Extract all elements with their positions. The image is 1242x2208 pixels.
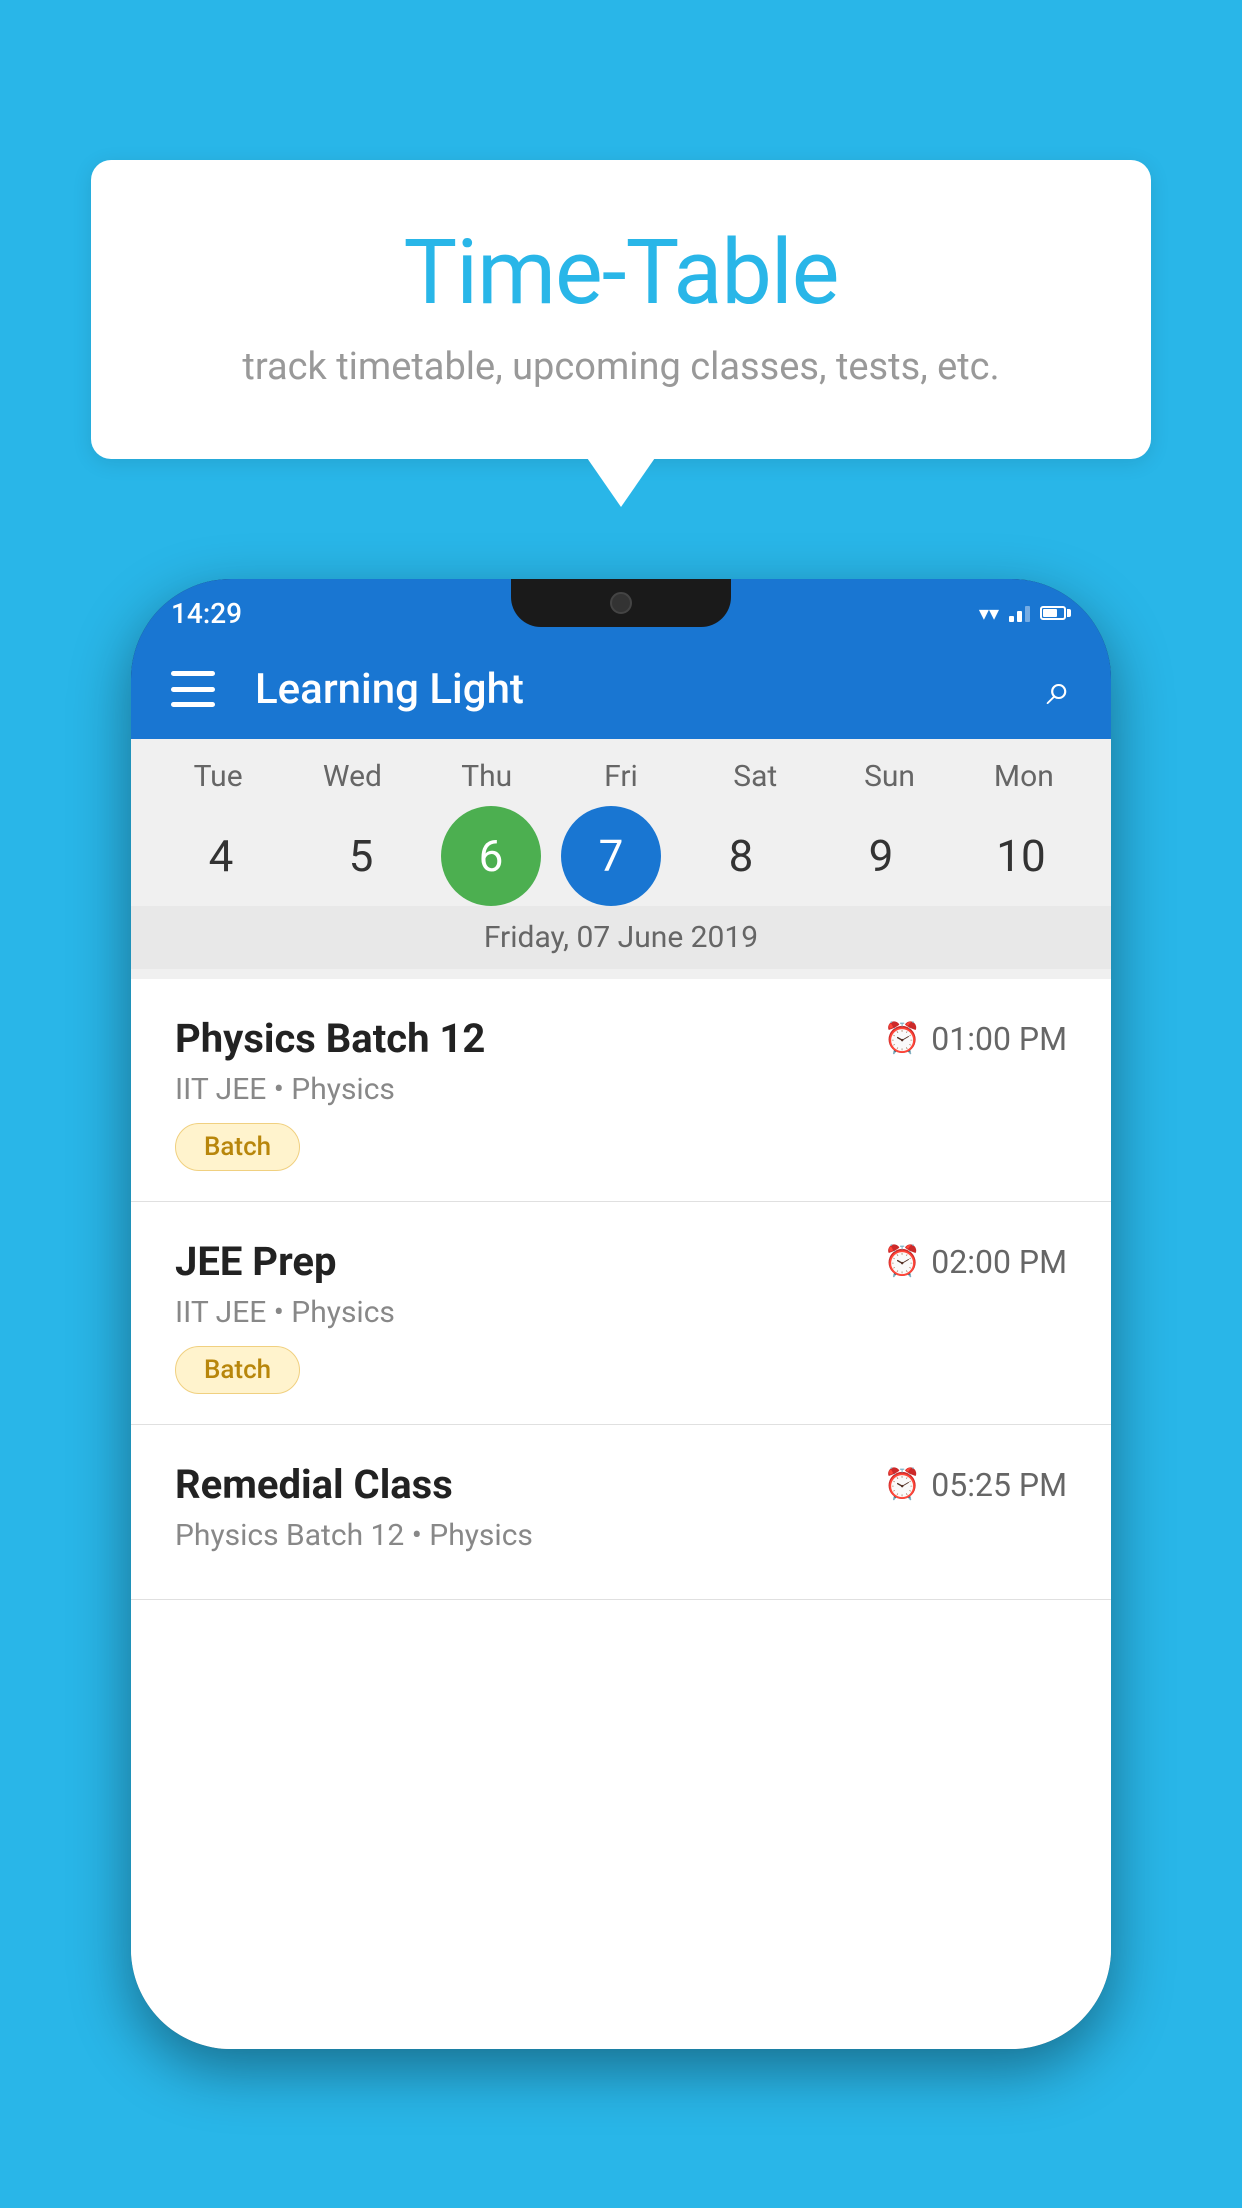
tooltip-title: Time-Table <box>171 220 1071 325</box>
day-8[interactable]: 8 <box>681 806 801 906</box>
class-name-3: Remedial Class <box>175 1461 453 1508</box>
day-4[interactable]: 4 <box>161 806 281 906</box>
class-name-1: Physics Batch 12 <box>175 1015 485 1062</box>
status-time: 14:29 <box>171 597 242 630</box>
clock-icon-1: ⏰ <box>884 1021 921 1056</box>
day-6-today[interactable]: 6 <box>441 806 541 906</box>
selected-date: Friday, 07 June 2019 <box>131 906 1111 969</box>
class-item-physics-batch-12[interactable]: Physics Batch 12 ⏰ 01:00 PM IIT JEE • Ph… <box>131 979 1111 1202</box>
day-5[interactable]: 5 <box>301 806 421 906</box>
class-name-2: JEE Prep <box>175 1238 336 1285</box>
day-numbers: 4 5 6 7 8 9 10 <box>131 806 1111 906</box>
day-label-sun: Sun <box>830 759 950 794</box>
class-item-jee-prep[interactable]: JEE Prep ⏰ 02:00 PM IIT JEE • Physics Ba… <box>131 1202 1111 1425</box>
class-subject-1: IIT JEE • Physics <box>175 1072 1067 1107</box>
status-icons: ▾▾ <box>979 601 1071 625</box>
signal-icon <box>1009 604 1030 622</box>
class-time-2: ⏰ 02:00 PM <box>884 1243 1067 1281</box>
tooltip-subtitle: track timetable, upcoming classes, tests… <box>171 345 1071 389</box>
class-time-3: ⏰ 05:25 PM <box>884 1466 1067 1504</box>
class-item-header-1: Physics Batch 12 ⏰ 01:00 PM <box>175 1015 1067 1062</box>
class-subject-2: IIT JEE • Physics <box>175 1295 1067 1330</box>
day-label-wed: Wed <box>292 759 412 794</box>
screen-content: Tue Wed Thu Fri Sat Sun Mon 4 5 6 7 8 9 … <box>131 739 1111 2049</box>
clock-icon-2: ⏰ <box>884 1244 921 1279</box>
class-subject-3: Physics Batch 12 • Physics <box>175 1518 1067 1553</box>
menu-button[interactable] <box>171 671 215 707</box>
search-button[interactable]: ⌕ <box>1046 663 1071 715</box>
day-label-tue: Tue <box>158 759 278 794</box>
day-9[interactable]: 9 <box>821 806 941 906</box>
day-labels: Tue Wed Thu Fri Sat Sun Mon <box>131 759 1111 794</box>
batch-badge-2: Batch <box>175 1346 300 1394</box>
day-label-sat: Sat <box>695 759 815 794</box>
class-item-header-3: Remedial Class ⏰ 05:25 PM <box>175 1461 1067 1508</box>
phone-frame: 14:29 ▾▾ <box>131 579 1111 2049</box>
day-7-selected[interactable]: 7 <box>561 806 661 906</box>
day-label-fri: Fri <box>561 759 681 794</box>
batch-badge-1: Batch <box>175 1123 300 1171</box>
clock-icon-3: ⏰ <box>884 1467 921 1502</box>
class-item-remedial[interactable]: Remedial Class ⏰ 05:25 PM Physics Batch … <box>131 1425 1111 1600</box>
class-item-header-2: JEE Prep ⏰ 02:00 PM <box>175 1238 1067 1285</box>
day-label-thu: Thu <box>427 759 547 794</box>
day-label-mon: Mon <box>964 759 1084 794</box>
battery-icon <box>1040 606 1071 620</box>
tooltip-card: Time-Table track timetable, upcoming cla… <box>91 160 1151 459</box>
phone-mockup: 14:29 ▾▾ <box>131 579 1111 2049</box>
phone-notch <box>511 579 731 627</box>
day-10[interactable]: 10 <box>961 806 1081 906</box>
app-title: Learning Light <box>255 665 1046 714</box>
camera-dot <box>610 592 632 614</box>
class-time-1: ⏰ 01:00 PM <box>884 1020 1067 1058</box>
class-list: Physics Batch 12 ⏰ 01:00 PM IIT JEE • Ph… <box>131 979 1111 2049</box>
app-bar: Learning Light ⌕ <box>131 639 1111 739</box>
calendar-strip: Tue Wed Thu Fri Sat Sun Mon 4 5 6 7 8 9 … <box>131 739 1111 979</box>
wifi-icon: ▾▾ <box>979 601 999 625</box>
